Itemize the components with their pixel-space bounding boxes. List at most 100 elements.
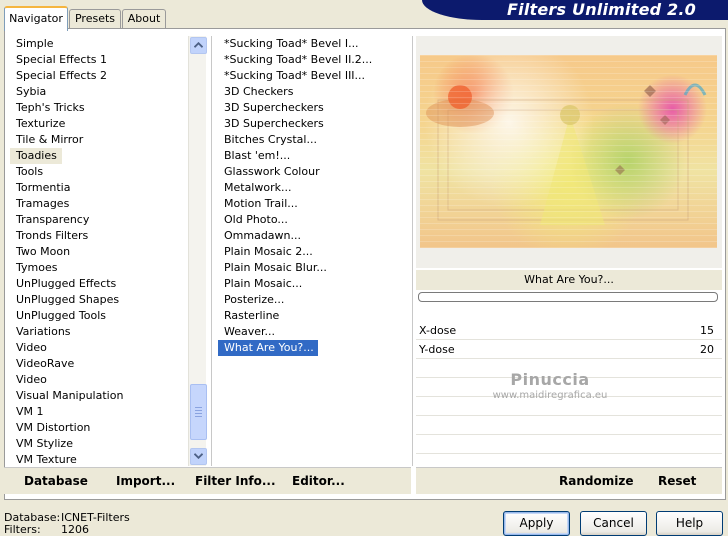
watermark: Pinuccia www.maidiregrafica.eu: [470, 370, 630, 401]
filter-item[interactable]: *Sucking Toad* Bevel I...: [218, 36, 408, 52]
category-list[interactable]: Simple Special Effects 1 Special Effects 2…: [10, 36, 188, 468]
help-button[interactable]: Help: [656, 511, 723, 536]
filter-item[interactable]: Motion Trail...: [218, 196, 408, 212]
list-item-label: Tronds Filters: [16, 229, 89, 242]
watermark-url: www.maidiregrafica.eu: [492, 390, 608, 401]
list-item-label: Weaver...: [224, 325, 276, 338]
randomize-button[interactable]: Randomize: [559, 474, 633, 488]
filter-item[interactable]: Glasswork Colour: [218, 164, 408, 180]
list-item-label: Tramages: [16, 197, 70, 210]
tab-about[interactable]: About: [122, 9, 166, 29]
scroll-down-button[interactable]: [190, 448, 207, 465]
param-label: X-dose: [419, 324, 457, 337]
list-item-label: 3D Supercheckers: [224, 117, 324, 130]
category-item[interactable]: Special Effects 1: [10, 52, 188, 68]
category-item[interactable]: Texturize: [10, 116, 188, 132]
filter-item[interactable]: Metalwork...: [218, 180, 408, 196]
list-item-label: Metalwork...: [224, 181, 292, 194]
category-scrollbar[interactable]: [188, 36, 207, 466]
category-item[interactable]: Visual Manipulation: [10, 388, 188, 404]
title-banner: Filters Unlimited 2.0: [422, 0, 728, 20]
filter-item[interactable]: *Sucking Toad* Bevel III...: [218, 68, 408, 84]
param-value[interactable]: 20: [700, 341, 714, 358]
scroll-up-button[interactable]: [190, 37, 207, 54]
cancel-button[interactable]: Cancel: [580, 511, 647, 536]
filter-item[interactable]: Blast 'em!...: [218, 148, 408, 164]
progress-bar: [418, 292, 718, 302]
filter-item[interactable]: Ommadawn...: [218, 228, 408, 244]
param-value[interactable]: 15: [700, 322, 714, 339]
list-item-label: Plain Mosaic...: [224, 277, 303, 290]
divider: [412, 36, 413, 466]
category-item[interactable]: Tile & Mirror: [10, 132, 188, 148]
list-item-label: UnPlugged Tools: [16, 309, 106, 322]
category-item[interactable]: VM Texture: [10, 452, 188, 468]
database-button[interactable]: Database: [24, 474, 88, 488]
filter-item[interactable]: Posterize...: [218, 292, 408, 308]
filter-item[interactable]: 3D Supercheckers: [218, 100, 408, 116]
param-row-y-dose[interactable]: Y-dose 20: [416, 341, 722, 359]
editor-button[interactable]: Editor...: [292, 474, 345, 488]
scroll-thumb[interactable]: [190, 384, 207, 440]
tab-navigator[interactable]: Navigator: [4, 6, 68, 31]
category-item[interactable]: UnPlugged Effects: [10, 276, 188, 292]
category-item[interactable]: Video: [10, 372, 188, 388]
filter-item[interactable]: Rasterline: [218, 308, 408, 324]
list-item-label: UnPlugged Shapes: [16, 293, 120, 306]
category-item[interactable]: Tools: [10, 164, 188, 180]
list-item-label: VM Stylize: [16, 437, 73, 450]
category-item[interactable]: VM 1: [10, 404, 188, 420]
category-item[interactable]: Tymoes: [10, 260, 188, 276]
import-button[interactable]: Import...: [116, 474, 175, 488]
category-item[interactable]: VM Distortion: [10, 420, 188, 436]
category-item[interactable]: Teph's Tricks: [10, 100, 188, 116]
list-item-label: Motion Trail...: [224, 197, 298, 210]
category-item[interactable]: UnPlugged Tools: [10, 308, 188, 324]
filter-item[interactable]: Weaver...: [218, 324, 408, 340]
list-item-label: Transparency: [16, 213, 90, 226]
filter-item[interactable]: Plain Mosaic Blur...: [218, 260, 408, 276]
list-item-label: Special Effects 2: [16, 69, 108, 82]
preview-panel: [416, 36, 722, 268]
list-item-label: Two Moon: [16, 245, 71, 258]
filter-info-button[interactable]: Filter Info...: [195, 474, 276, 488]
category-item[interactable]: Transparency: [10, 212, 188, 228]
list-item-label: Tile & Mirror: [16, 133, 84, 146]
filter-item[interactable]: 3D Checkers: [218, 84, 408, 100]
status-filters: Filters: 1206: [4, 523, 89, 536]
filter-item[interactable]: Plain Mosaic 2...: [218, 244, 408, 260]
filter-name-label: What Are You?...: [416, 270, 722, 290]
filter-item[interactable]: 3D Supercheckers: [218, 116, 408, 132]
category-item[interactable]: VideoRave: [10, 356, 188, 372]
list-item-label: Teph's Tricks: [16, 101, 85, 114]
filter-list[interactable]: *Sucking Toad* Bevel I... *Sucking Toad* …: [218, 36, 408, 468]
category-item[interactable]: UnPlugged Shapes: [10, 292, 188, 308]
list-item-label: Blast 'em!...: [224, 149, 291, 162]
category-item[interactable]: VM Stylize: [10, 436, 188, 452]
category-item[interactable]: Tormentia: [10, 180, 188, 196]
category-item[interactable]: Toadies: [10, 148, 188, 164]
list-item-label: VM Texture: [16, 453, 77, 466]
list-item-label: Simple: [16, 37, 54, 50]
tab-presets[interactable]: Presets: [69, 9, 121, 29]
param-row-x-dose[interactable]: X-dose 15: [416, 322, 722, 340]
watermark-title: Pinuccia: [510, 370, 590, 389]
preview-image: [420, 55, 717, 248]
category-item[interactable]: Simple: [10, 36, 188, 52]
category-item[interactable]: Tramages: [10, 196, 188, 212]
category-item[interactable]: Two Moon: [10, 244, 188, 260]
category-item[interactable]: Video: [10, 340, 188, 356]
list-item-label: What Are You?...: [218, 340, 318, 356]
category-item[interactable]: Variations: [10, 324, 188, 340]
filter-item[interactable]: *Sucking Toad* Bevel II.2...: [218, 52, 408, 68]
filter-item[interactable]: Bitches Crystal...: [218, 132, 408, 148]
apply-button[interactable]: Apply: [503, 511, 570, 536]
category-item[interactable]: Tronds Filters: [10, 228, 188, 244]
filter-item[interactable]: Old Photo...: [218, 212, 408, 228]
reset-button[interactable]: Reset: [658, 474, 696, 488]
category-item[interactable]: Sybia: [10, 84, 188, 100]
filter-item[interactable]: Plain Mosaic...: [218, 276, 408, 292]
list-item-label: Tools: [16, 165, 44, 178]
category-item[interactable]: Special Effects 2: [10, 68, 188, 84]
filter-item[interactable]: What Are You?...: [218, 340, 408, 356]
